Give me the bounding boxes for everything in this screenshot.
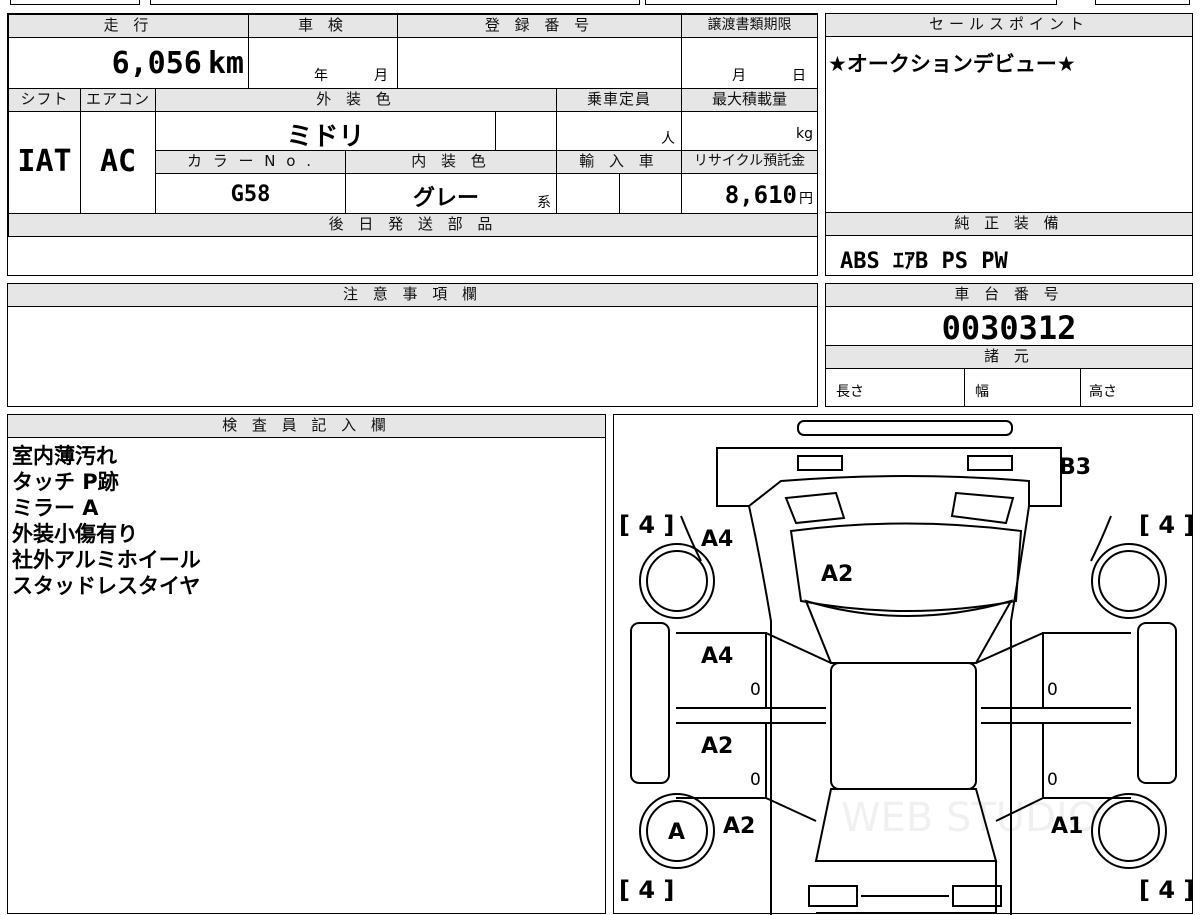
spec-height-cell: 高さ [1080, 368, 1193, 407]
capacity-label: 乗車定員 [556, 88, 682, 112]
mark-rear-left-panel: A4 [701, 527, 733, 552]
recycle-label: リサイクル預託金 [681, 150, 818, 174]
shift-label: シフト [8, 88, 81, 112]
interior-color-value: グレー [412, 186, 479, 211]
inspection-year-unit: 年 [314, 68, 328, 84]
color-no-cell: G58 [155, 173, 346, 214]
exterior-color-cell: ミドリ [155, 111, 496, 152]
inspection-cell: 年 月 [248, 37, 398, 89]
inspection-month-unit: 月 [374, 68, 388, 84]
tread-front-right: [ 4 ] [1139, 511, 1192, 539]
inspector-note: 外装小傷有り [12, 522, 138, 546]
import-cell-a [556, 173, 620, 214]
inspector-note: スタッドレスタイヤ [12, 574, 201, 598]
color-no-value: G58 [230, 182, 271, 207]
interior-color-suffix: 系 [537, 195, 551, 211]
mileage-value: 6,056 [111, 46, 202, 81]
recycle-unit: 円 [799, 191, 813, 207]
mileage-cell: 6,056 km [8, 37, 249, 89]
zero-marker: 0 [750, 680, 761, 700]
zero-marker: 0 [1047, 770, 1058, 790]
chassis-no-label: 車 台 番 号 [825, 283, 1193, 307]
spec-length-label: 長さ [836, 384, 864, 400]
inspector-box: 検 査 員 記 入 欄 室内薄汚れ タッチ P跡 ミラー A 外装小傷有り 社外… [7, 414, 606, 914]
exterior-color-label: 外 装 色 [155, 88, 557, 112]
mileage-unit: km [207, 46, 244, 81]
aircon-cell: AC [80, 111, 156, 214]
aircon-label: エアコン [80, 88, 156, 112]
import-cell-b [619, 173, 682, 214]
registration-cell [397, 37, 682, 89]
specs-label: 諸 元 [825, 345, 1193, 369]
inspection-label: 車 検 [248, 14, 398, 38]
transfer-day-unit: 日 [792, 68, 806, 84]
later-parts-label: 後 日 発 送 部 品 [8, 213, 818, 237]
notes-section-label: 注 意 事 項 欄 [7, 283, 818, 307]
mark-left-front-door: A2 [701, 734, 733, 759]
inspector-note: タッチ P跡 [12, 470, 119, 494]
interior-color-label: 内 装 色 [345, 150, 557, 174]
inspector-notes: 室内薄汚れ タッチ P跡 ミラー A 外装小傷有り 社外アルミホイール スタッド… [12, 443, 201, 599]
interior-color-cell: グレー 系 [345, 173, 557, 214]
recycle-cell: 8,610 円 [681, 173, 818, 214]
spec-height-label: 高さ [1089, 384, 1117, 400]
mark-roof: A2 [821, 562, 853, 587]
recycle-value: 8,610 [724, 181, 797, 209]
spec-length-cell: 長さ [825, 368, 965, 407]
max-load-cell: kg [681, 111, 818, 151]
mileage-label: 走 行 [8, 14, 249, 38]
mark-left-rear-door: A4 [701, 644, 733, 669]
chassis-no-value: 0030312 [941, 309, 1077, 347]
mark-left-fender: A2 [723, 814, 755, 839]
registration-label: 登 録 番 号 [397, 14, 682, 38]
color-no-label: カ ラ ー N o . [155, 150, 346, 174]
transfer-month-unit: 月 [732, 68, 746, 84]
sales-point-label: セールスポイント [825, 13, 1193, 37]
mark-rear-bumper: B3 [1059, 455, 1091, 480]
tread-front-left: [ 4 ] [619, 511, 674, 539]
max-load-label: 最大積載量 [681, 88, 818, 112]
inspector-label: 検 査 員 記 入 欄 [7, 414, 606, 438]
inspector-note: 社外アルミホイール [12, 548, 201, 572]
shift-value: IAT [17, 144, 72, 179]
inspector-note: 室内薄汚れ [12, 444, 117, 468]
aircon-value: AC [99, 144, 137, 179]
spec-width-cell: 幅 [964, 368, 1081, 407]
mark-left-front-wheel: A [668, 820, 685, 845]
watermark: WEB STUDIO [841, 795, 1099, 841]
zero-marker: 0 [1047, 680, 1058, 700]
car-diagram: [ 4 ] [ 4 ] [ 4 ] [ 4 ] B3 A4 A2 A4 A2 A… [619, 420, 1192, 915]
transfer-deadline-label: 譲渡書類期限 [681, 14, 818, 38]
chassis-box: 車 台 番 号 0030312 諸 元 長さ 幅 高さ [825, 283, 1193, 407]
capacity-unit: 人 [661, 131, 675, 147]
spec-width-label: 幅 [975, 384, 989, 400]
exterior-color-extra-cell [495, 111, 557, 151]
zero-marker: 0 [750, 770, 761, 790]
vehicle-info-grid: 走 行 車 検 登 録 番 号 譲渡書類期限 6,056 km 年 月 月 日 シ… [7, 13, 818, 276]
sales-point-box: セールスポイント ★オークションデビュー★ [825, 13, 1193, 213]
genuine-equipment-value: ABS ｴｱB PS PW [840, 249, 1008, 274]
max-load-unit: kg [796, 126, 813, 142]
sales-point-value: ★オークションデビュー★ [828, 52, 1076, 76]
exterior-color-value: ミドリ [286, 122, 365, 152]
top-stub-strip [0, 0, 1200, 6]
shift-cell: IAT [8, 111, 81, 214]
inspector-note: ミラー A [12, 496, 99, 520]
notes-section-box: 注 意 事 項 欄 [7, 283, 818, 407]
genuine-equipment-label: 純 正 装 備 [825, 212, 1193, 236]
car-diagram-box: [ 4 ] [ 4 ] [ 4 ] [ 4 ] B3 A4 A2 A4 A2 A… [613, 414, 1193, 915]
import-label: 輸 入 車 [556, 150, 682, 174]
capacity-cell: 人 [556, 111, 682, 151]
genuine-equipment-box: 純 正 装 備 ABS ｴｱB PS PW [825, 212, 1193, 276]
transfer-deadline-cell: 月 日 [681, 37, 818, 89]
